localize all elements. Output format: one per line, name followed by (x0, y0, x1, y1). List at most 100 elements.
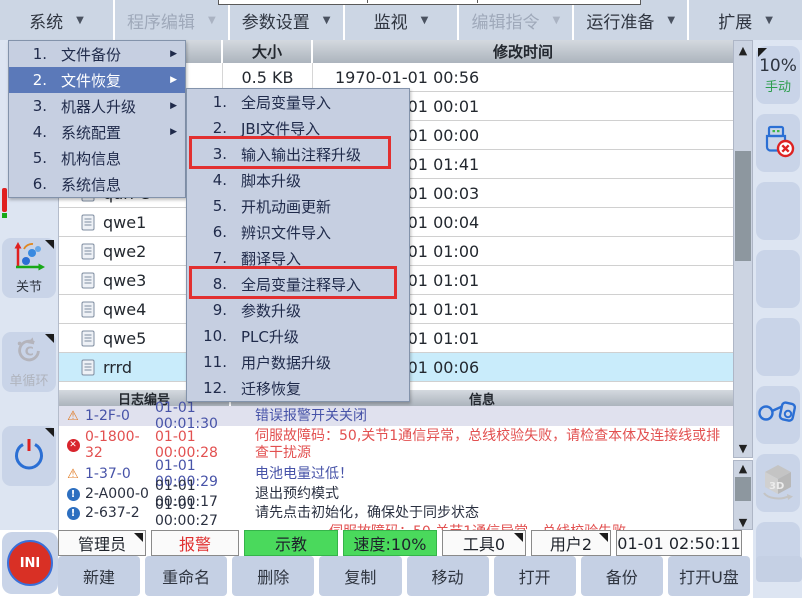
file-name: rrrd (103, 358, 132, 377)
chevron-down-icon: ▼ (765, 15, 773, 26)
status-alarm[interactable]: 报警 (151, 530, 239, 556)
submenu-arrow-icon: ▶ (170, 101, 177, 111)
joint-button-label: 关节 (16, 276, 42, 295)
log-id: 2-A000-0 (81, 486, 155, 502)
log-time: 01-01 00:00:27 (155, 497, 251, 529)
submenu-item-jbi-file-import[interactable]: 2.JBI文件导入 (187, 115, 409, 141)
menu-item-file-backup[interactable]: 1.文件备份▶ (9, 41, 185, 67)
log-id: 0-1800-32 (81, 429, 155, 461)
controller-icon (757, 397, 799, 433)
side-button-empty-2[interactable] (756, 250, 800, 308)
menu-item-machine-info[interactable]: 5.机构信息 (9, 145, 185, 171)
chevron-down-icon: ▼ (421, 15, 429, 26)
col-header-size: 大小 (223, 40, 313, 63)
top-edge-strip (218, 0, 641, 5)
menu-item-system-info[interactable]: 6.系统信息 (9, 171, 185, 197)
copy-button[interactable]: 复制 (319, 556, 401, 596)
submenu-arrow-icon: ▶ (170, 49, 177, 59)
single-cycle-button[interactable]: C 单循环 (2, 332, 56, 392)
menubar-item-program-edit[interactable]: 程序编辑▼ (115, 0, 228, 40)
status-teach-mode[interactable]: 示教 (244, 530, 338, 556)
status-user-coord[interactable]: 用户2 (531, 530, 611, 556)
scroll-up-icon[interactable]: ▲ (734, 461, 752, 475)
status-user-level[interactable]: 管理员 (58, 530, 146, 556)
menubar-item-monitor[interactable]: 监视▼ (345, 0, 458, 40)
log-panel: 日志编号 信息 ⚠ 1-2F-0 01-01 00:01:30 错误报警开关关闭… (58, 390, 733, 530)
menu-item-robot-upgrade[interactable]: 3.机器人升级▶ (9, 93, 185, 119)
file-table-scrollbar[interactable]: ▲ ▼ (733, 40, 753, 458)
status-clock: 01-01 02:50:11 (616, 530, 742, 556)
move-button[interactable]: 移动 (407, 556, 489, 596)
scroll-down-icon[interactable]: ▼ (734, 440, 752, 456)
open-button[interactable]: 打开 (494, 556, 576, 596)
submenu-item-boot-animation-update[interactable]: 5.开机动画更新 (187, 193, 409, 219)
teach-pendant-screen: 系统▼ 程序编辑▼ 参数设置▼ 监视▼ 编辑指令▼ 运行准备▼ 扩展▼ (0, 0, 802, 598)
menubar-item-param-settings[interactable]: 参数设置▼ (230, 0, 343, 40)
chevron-down-icon: ▼ (208, 15, 216, 26)
status-speed[interactable]: 速度:10% (343, 530, 437, 556)
submenu-item-identify-file-import[interactable]: 6.辨识文件导入 (187, 219, 409, 245)
view-3d-button[interactable]: 3D (756, 454, 800, 512)
file-icon (81, 243, 95, 260)
menu-item-file-restore[interactable]: 2.文件恢复▶ (9, 67, 185, 93)
file-size: 0.5 KB (223, 63, 313, 91)
log-scrollbar[interactable]: ▲ ▼ (733, 460, 753, 530)
submenu-item-translation-import[interactable]: 7.翻译导入 (187, 245, 409, 271)
file-time: 1970-01-01 00:56 (313, 63, 733, 91)
speed-value: 10% (759, 56, 797, 76)
handle-controller-button[interactable] (756, 386, 800, 444)
open-usb-button[interactable]: 打开U盘 (668, 556, 750, 596)
file-icon (81, 214, 95, 231)
side-button-empty-1[interactable] (756, 182, 800, 240)
side-button-empty-3[interactable] (756, 318, 800, 376)
robot-joint-icon (12, 241, 46, 275)
file-restore-submenu: 1.全局变量导入 2.JBI文件导入 3.输入输出注释升级 4.脚本升级 5.开… (186, 88, 410, 402)
log-row[interactable]: ⚠ 1-2F-0 01-01 00:01:30 错误报警开关关闭 (59, 406, 733, 426)
joint-coord-button[interactable]: 关节 (2, 238, 56, 298)
menubar-item-run-prepare[interactable]: 运行准备▼ (574, 0, 687, 40)
bottom-toolbar: 新建 重命名 删除 复制 移动 打开 备份 打开U盘 (58, 556, 750, 596)
ini-button[interactable]: INI (2, 532, 58, 594)
menubar-item-extend[interactable]: 扩展▼ (689, 0, 802, 40)
submenu-item-user-data-upgrade[interactable]: 11.用户数据升级 (187, 349, 409, 375)
scroll-down-icon[interactable]: ▼ (734, 515, 752, 529)
delete-button[interactable]: 删除 (232, 556, 314, 596)
new-button[interactable]: 新建 (58, 556, 140, 596)
speed-mode-button[interactable]: 10% 手动 (756, 46, 800, 104)
rename-button[interactable]: 重命名 (145, 556, 227, 596)
log-message: 错误报警开关关闭 (251, 408, 733, 425)
menubar-item-edit-command[interactable]: 编辑指令▼ (459, 0, 572, 40)
power-button[interactable] (2, 426, 56, 486)
status-tool[interactable]: 工具0 (442, 530, 526, 556)
submenu-item-param-upgrade[interactable]: 9.参数升级 (187, 297, 409, 323)
chevron-down-icon: ▼ (323, 15, 331, 26)
usb-status-button[interactable] (756, 114, 800, 172)
log-message: 退出预约模式 (251, 486, 733, 503)
svg-text:C: C (25, 345, 34, 359)
info-icon: ! (67, 488, 80, 501)
log-row[interactable]: ! 2-637-2 01-01 00:00:27 请先点击初始化，确保处于同步状… (59, 504, 733, 522)
log-message: 电池电量过低！ (251, 466, 733, 483)
submenu-item-io-comment-upgrade[interactable]: 3.输入输出注释升级 (187, 141, 409, 167)
menu-item-system-config[interactable]: 4.系统配置▶ (9, 119, 185, 145)
single-cycle-label: 单循环 (9, 370, 48, 389)
chevron-down-icon: ▼ (667, 15, 675, 26)
menubar-item-system[interactable]: 系统▼ (0, 0, 113, 40)
log-time: 01-01 00:01:30 (155, 400, 251, 432)
submenu-item-global-var-comment-import[interactable]: 8.全局变量注释导入 (187, 271, 409, 297)
scroll-up-icon[interactable]: ▲ (734, 42, 752, 58)
backup-button[interactable]: 备份 (581, 556, 663, 596)
col-header-time: 修改时间 (313, 40, 733, 63)
submenu-item-plc-upgrade[interactable]: 10.PLC升级 (187, 323, 409, 349)
log-id: 2-637-2 (81, 505, 155, 521)
submenu-arrow-icon: ▶ (170, 127, 177, 137)
submenu-arrow-icon: ▶ (170, 75, 177, 85)
scrollbar-thumb[interactable] (735, 151, 751, 261)
submenu-item-migration-restore[interactable]: 12.迁移恢复 (187, 375, 409, 401)
file-name: qwe1 (103, 213, 146, 232)
status-bar: 管理员 报警 示教 速度:10% 工具0 用户2 01-01 02:50:11 (58, 530, 748, 556)
scrollbar-thumb[interactable] (735, 477, 751, 501)
submenu-item-script-upgrade[interactable]: 4.脚本升级 (187, 167, 409, 193)
menubar: 系统▼ 程序编辑▼ 参数设置▼ 监视▼ 编辑指令▼ 运行准备▼ 扩展▼ (0, 0, 802, 40)
submenu-item-global-var-import[interactable]: 1.全局变量导入 (187, 89, 409, 115)
